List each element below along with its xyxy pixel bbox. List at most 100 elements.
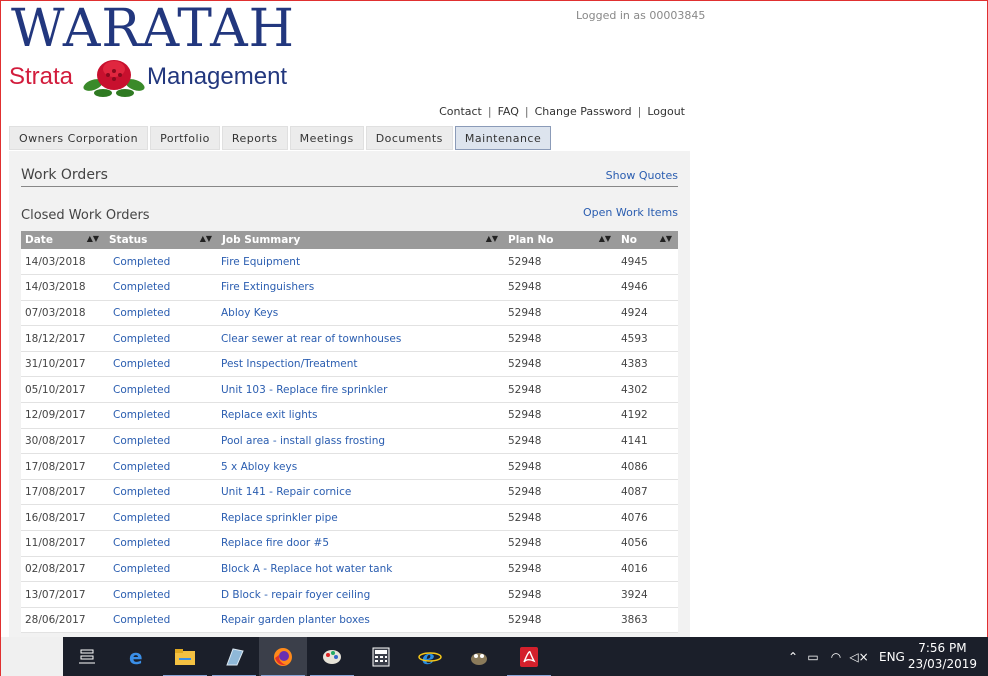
gimp-icon[interactable] — [455, 637, 503, 676]
table-row[interactable]: 12/09/2017 Completed Replace exit lights 52… — [21, 402, 678, 429]
show-hidden-icons-icon[interactable]: ⌃ — [785, 650, 801, 664]
cell-work-order-no: 4302 — [617, 376, 678, 404]
cell-status-link[interactable]: Completed — [105, 607, 218, 634]
logout-link[interactable]: Logout — [647, 105, 685, 118]
column-header-no[interactable]: No ▲▼ — [617, 231, 678, 249]
app-icon[interactable] — [210, 637, 258, 676]
taskbar-clock[interactable]: 7:56 PM 23/03/2019 — [908, 640, 977, 672]
cell-status-link[interactable]: Completed — [105, 249, 218, 276]
cell-status-link[interactable]: Completed — [105, 530, 218, 557]
work-orders-title: Work Orders — [21, 167, 108, 183]
table-row[interactable]: 17/08/2017 Completed Unit 141 - Repair cor… — [21, 479, 678, 506]
cell-plan-no: 52948 — [504, 453, 617, 480]
open-work-items-link[interactable]: Open Work Items — [583, 206, 678, 219]
cell-status-link[interactable]: Completed — [105, 479, 218, 506]
internet-explorer-icon[interactable]: e — [406, 637, 454, 676]
cell-job-summary-link[interactable]: Replace sprinkler pipe — [218, 504, 504, 532]
cell-status-link[interactable]: Completed — [105, 453, 218, 480]
cell-status-link[interactable]: Completed — [105, 428, 218, 455]
cell-job-summary-link[interactable]: Repair garden planter boxes — [218, 607, 504, 634]
cell-job-summary-link[interactable]: Fire Equipment — [218, 249, 504, 276]
cell-status-link[interactable]: Completed — [105, 402, 218, 429]
table-row[interactable]: 30/08/2017 Completed Pool area - install g… — [21, 428, 678, 455]
table-row[interactable]: 28/06/2017 Completed Repair garden planter… — [21, 607, 678, 634]
battery-icon[interactable]: ▭ — [801, 650, 825, 664]
paint-icon[interactable] — [308, 637, 356, 676]
tab-owners-corporation[interactable]: Owners Corporation — [9, 126, 149, 150]
cell-job-summary-link[interactable]: Pest Inspection/Treatment — [218, 351, 504, 378]
cell-job-summary-link[interactable]: Clear sewer at rear of townhouses — [218, 325, 504, 352]
edge-icon[interactable]: e — [113, 637, 161, 676]
tab-maintenance[interactable]: Maintenance — [454, 126, 552, 150]
cell-job-summary-link[interactable]: D Block - repair foyer ceiling — [218, 581, 504, 608]
table-row[interactable]: 14/03/2018 Completed Fire Equipment 52948 49… — [21, 249, 678, 276]
contact-link[interactable]: Contact — [439, 105, 482, 118]
cell-job-summary-link[interactable]: Replace exit lights — [218, 402, 504, 429]
cell-status-link[interactable]: Completed — [105, 351, 218, 378]
table-row[interactable]: 02/08/2017 Completed Block A - Replace hot… — [21, 556, 678, 583]
cell-date: 31/10/2017 — [21, 351, 105, 378]
cell-job-summary-link[interactable]: Block A - Replace hot water tank — [218, 556, 504, 583]
task-view-icon[interactable] — [63, 637, 111, 676]
faq-link[interactable]: FAQ — [498, 105, 519, 118]
table-row[interactable]: 17/08/2017 Completed 5 x Abloy keys 52948 40… — [21, 453, 678, 480]
table-row[interactable]: 16/08/2017 Completed Replace sprinkler pip… — [21, 504, 678, 532]
logo-strata-text: Strata — [9, 63, 74, 90]
cell-plan-no: 52948 — [504, 300, 617, 327]
taskbar-search-area[interactable] — [1, 637, 63, 676]
column-header-label: Date — [25, 234, 53, 246]
cell-plan-no: 52948 — [504, 274, 617, 301]
calculator-icon[interactable] — [357, 637, 405, 676]
column-header-date[interactable]: Date ▲▼ — [21, 231, 105, 249]
tab-documents[interactable]: Documents — [365, 126, 453, 150]
wifi-icon[interactable]: ◠ — [825, 650, 847, 664]
table-header-row: Date ▲▼ Status ▲▼ Job Summary ▲▼ Plan No ▲▼ … — [21, 231, 678, 249]
cell-date: 28/06/2017 — [21, 607, 105, 634]
cell-status-link[interactable]: Completed — [105, 581, 218, 608]
table-row[interactable]: 13/07/2017 Completed D Block - repair foye… — [21, 581, 678, 608]
cell-work-order-no: 3924 — [617, 581, 678, 608]
tab-portfolio[interactable]: Portfolio — [150, 126, 220, 150]
tab-meetings[interactable]: Meetings — [289, 126, 364, 150]
column-header-status[interactable]: Status ▲▼ — [105, 231, 218, 249]
change-password-link[interactable]: Change Password — [535, 105, 632, 118]
cell-job-summary-link[interactable]: Abloy Keys — [218, 300, 504, 327]
clock-time: 7:56 PM — [918, 641, 967, 655]
table-row[interactable]: 11/08/2017 Completed Replace fire door #5 5… — [21, 530, 678, 557]
cell-plan-no: 52948 — [504, 402, 617, 429]
table-row[interactable]: 18/12/2017 Completed Clear sewer at rear o… — [21, 325, 678, 352]
cell-work-order-no: 4016 — [617, 556, 678, 583]
cell-work-order-no: 4946 — [617, 274, 678, 301]
column-header-plan-no[interactable]: Plan No ▲▼ — [504, 231, 617, 249]
cell-status-link[interactable]: Completed — [105, 325, 218, 352]
cell-job-summary-link[interactable]: Unit 103 - Replace fire sprinkler — [218, 376, 504, 404]
cell-status-link[interactable]: Completed — [105, 300, 218, 327]
cell-status-link[interactable]: Completed — [105, 556, 218, 583]
table-row[interactable]: 31/10/2017 Completed Pest Inspection/Treat… — [21, 351, 678, 378]
column-header-job-summary[interactable]: Job Summary ▲▼ — [218, 231, 504, 249]
table-row[interactable]: 07/03/2018 Completed Abloy Keys 52948 4924 — [21, 300, 678, 327]
firefox-icon[interactable] — [259, 637, 307, 676]
cell-job-summary-link[interactable]: 5 x Abloy keys — [218, 453, 504, 480]
show-quotes-link[interactable]: Show Quotes — [606, 169, 678, 182]
language-indicator[interactable]: ENG — [879, 650, 905, 664]
work-orders-table: Date ▲▼ Status ▲▼ Job Summary ▲▼ Plan No ▲▼ … — [21, 231, 678, 634]
file-explorer-icon[interactable] — [161, 637, 209, 676]
cell-job-summary-link[interactable]: Unit 141 - Repair cornice — [218, 479, 504, 506]
acrobat-icon[interactable] — [505, 637, 553, 676]
table-row[interactable]: 14/03/2018 Completed Fire Extinguishers 529… — [21, 274, 678, 301]
cell-date: 12/09/2017 — [21, 402, 105, 429]
cell-job-summary-link[interactable]: Pool area - install glass frosting — [218, 428, 504, 455]
cell-plan-no: 52948 — [504, 249, 617, 276]
cell-plan-no: 52948 — [504, 376, 617, 404]
main-tabs: Owners Corporation Portfolio Reports Mee… — [9, 126, 690, 151]
volume-icon[interactable]: ◁× — [847, 650, 871, 664]
cell-plan-no: 52948 — [504, 556, 617, 583]
table-row[interactable]: 05/10/2017 Completed Unit 103 - Replace fi… — [21, 376, 678, 404]
cell-status-link[interactable]: Completed — [105, 376, 218, 404]
cell-job-summary-link[interactable]: Replace fire door #5 — [218, 530, 504, 557]
cell-status-link[interactable]: Completed — [105, 504, 218, 532]
tab-reports[interactable]: Reports — [221, 126, 288, 150]
cell-status-link[interactable]: Completed — [105, 274, 218, 301]
cell-job-summary-link[interactable]: Fire Extinguishers — [218, 274, 504, 301]
